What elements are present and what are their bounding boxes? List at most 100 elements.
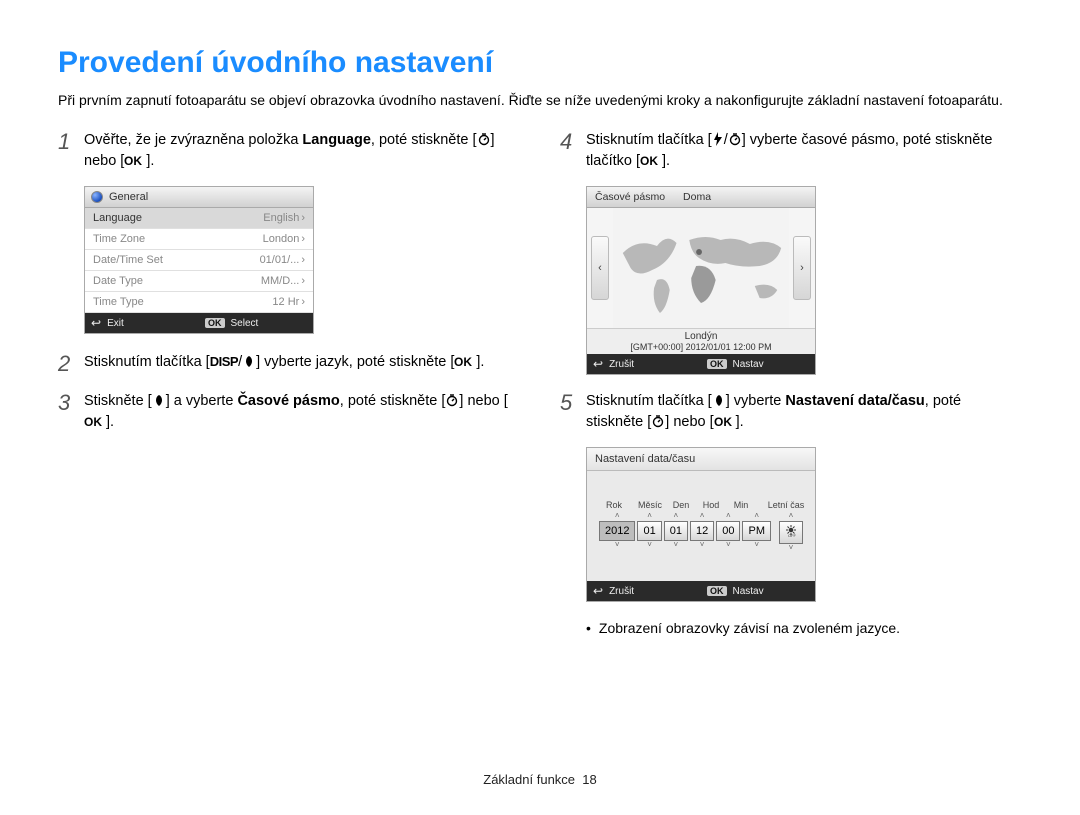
spinner-value: 00 <box>716 521 740 541</box>
lcd-row[interactable]: Time Type12 Hr› <box>85 292 313 313</box>
lcd-row[interactable]: Date TypeMM/D...› <box>85 271 313 292</box>
spinner-down-icon[interactable]: ˅ <box>647 541 652 550</box>
world-map <box>613 208 789 328</box>
spinner-up-icon[interactable]: ˄ <box>700 512 705 521</box>
svg-text:OK: OK <box>640 154 658 168</box>
dt-spinners: ˄2012˅˄01˅˄01˅˄12˅˄00˅˄PM˅˄OFF˅ <box>599 512 803 553</box>
tz-city: Londýn <box>587 331 815 342</box>
dt-title: Nastavení data/času <box>587 448 815 471</box>
lcd-datetime-footer: ↩ Zrušit OK Nastav <box>587 581 815 601</box>
spinner[interactable]: ˄00˅ <box>716 512 740 553</box>
step5-text-b: ] vyberte <box>726 393 786 409</box>
spinner-up-icon[interactable]: ˄ <box>647 512 652 521</box>
dt-label <box>758 500 762 510</box>
back-icon: ↩ <box>593 357 603 371</box>
spinner-up-icon[interactable]: ˄ <box>789 512 794 521</box>
spinner-up-icon[interactable]: ˄ <box>674 512 679 521</box>
step3-bold: Časové pásmo <box>237 393 339 409</box>
dt-label: Letní čas <box>766 500 806 510</box>
svg-text:OK: OK <box>84 415 102 429</box>
dt-label: Rok <box>596 500 632 510</box>
dt-label: Měsíc <box>636 500 664 510</box>
spinner[interactable]: ˄2012˅ <box>599 512 635 553</box>
dt-label: Min <box>728 500 754 510</box>
map-left-arrow[interactable]: ‹ <box>591 236 609 300</box>
ok-icon: OK <box>84 415 106 429</box>
tz-gmt: [GMT+00:00] 2012/01/01 12:00 PM <box>587 342 815 352</box>
ok-icon: OK <box>454 355 476 369</box>
spinner-value: 2012 <box>599 521 635 541</box>
macro-icon <box>242 354 256 368</box>
page-footer: Základní funkce 18 <box>0 772 1080 787</box>
spinner[interactable]: ˄01˅ <box>664 512 688 553</box>
svg-text:OFF: OFF <box>788 533 797 537</box>
tz-cancel: Zrušit <box>609 359 634 370</box>
ok-icon: OK <box>124 154 146 168</box>
spinner-down-icon[interactable]: ˅ <box>674 541 679 550</box>
step2-text-a: Stisknutím tlačítka [ <box>84 354 210 370</box>
spinner[interactable]: ˄PM˅ <box>742 512 771 553</box>
lcd-select: Select <box>231 318 259 329</box>
spinner-up-icon[interactable]: ˄ <box>726 512 731 521</box>
step3-text-a: Stiskněte [ <box>84 393 152 409</box>
spinner-down-icon[interactable]: ˅ <box>700 541 705 550</box>
lcd-row[interactable]: Date/Time Set01/01/...› <box>85 250 313 271</box>
step3-text-b: ] a vyberte <box>166 393 238 409</box>
page-title: Provedení úvodního nastavení <box>58 46 1022 80</box>
map-right-arrow[interactable]: › <box>793 236 811 300</box>
spinner-down-icon[interactable]: ˅ <box>754 541 759 550</box>
timer-icon <box>651 414 665 428</box>
spinner-dst[interactable]: ˄ OFF ˅ <box>779 512 803 553</box>
flash-icon <box>712 132 724 146</box>
ok-box-icon: OK <box>707 586 727 596</box>
tz-title: Časové pásmo <box>595 191 665 203</box>
dt-cancel: Zrušit <box>609 586 634 597</box>
map-info: Londýn [GMT+00:00] 2012/01/01 12:00 PM <box>587 328 815 354</box>
svg-text:OK: OK <box>124 154 142 168</box>
lcd-timezone-header: Časové pásmo Doma <box>587 187 815 208</box>
step-number: 3 <box>58 391 84 433</box>
spinner-up-icon[interactable]: ˄ <box>754 512 759 521</box>
ok-box-icon: OK <box>707 359 727 369</box>
spinner-up-icon[interactable]: ˄ <box>615 512 620 521</box>
spinner-down-icon[interactable]: ˅ <box>789 544 794 553</box>
back-icon: ↩ <box>593 584 603 598</box>
lcd-row-label: Time Zone <box>93 233 145 245</box>
lcd-exit: Exit <box>107 318 124 329</box>
lcd-row[interactable]: LanguageEnglish› <box>85 208 313 229</box>
spinner-value: 12 <box>690 521 714 541</box>
lcd-row[interactable]: Time Zone London› <box>85 229 313 250</box>
lcd-row-value: London› <box>263 233 305 245</box>
dt-set: Nastav <box>733 586 764 597</box>
spinner-down-icon[interactable]: ˅ <box>726 541 731 550</box>
lcd-general: General LanguageEnglish›Time ZoneLondon›… <box>84 186 314 334</box>
lcd-row-value: English› <box>263 212 305 224</box>
spinner-down-icon[interactable]: ˅ <box>615 541 620 550</box>
step-number: 2 <box>58 352 84 376</box>
step4-text-c: ]. <box>662 153 670 169</box>
dst-icon: OFF <box>779 521 803 544</box>
step1-text-c: , poté stiskněte [ <box>371 132 477 148</box>
spinner-value: 01 <box>664 521 688 541</box>
lcd-general-footer: ↩ Exit OK Select <box>85 313 313 333</box>
step2-text-c: ]. <box>476 354 484 370</box>
bullet: • <box>586 620 591 636</box>
ok-box-icon: OK <box>205 318 225 328</box>
step5-text-f: ]. <box>736 414 744 430</box>
tz-set: Nastav <box>733 359 764 370</box>
step3-text-d: , poté stiskněte [ <box>340 393 446 409</box>
back-icon: ↩ <box>91 316 101 330</box>
spinner[interactable]: ˄01˅ <box>637 512 661 553</box>
tz-home: Doma <box>683 191 711 203</box>
intro-text: Při prvním zapnutí fotoaparátu se objeví… <box>58 90 1022 110</box>
svg-text:OK: OK <box>714 415 732 429</box>
macro-icon <box>152 393 166 407</box>
dt-label: Den <box>668 500 694 510</box>
spinner[interactable]: ˄12˅ <box>690 512 714 553</box>
step1-text-e: ]. <box>146 153 154 169</box>
lcd-row-label: Date Type <box>93 275 143 287</box>
step1-text-a: Ověřte, že je zvýrazněna položka <box>84 132 302 148</box>
lcd-general-rows: LanguageEnglish› Time Zone London› Date/Tim… <box>85 208 313 313</box>
lcd-timezone-footer: ↩ Zrušit OK Nastav <box>587 354 815 374</box>
step5-text-a: Stisknutím tlačítka [ <box>586 393 712 409</box>
